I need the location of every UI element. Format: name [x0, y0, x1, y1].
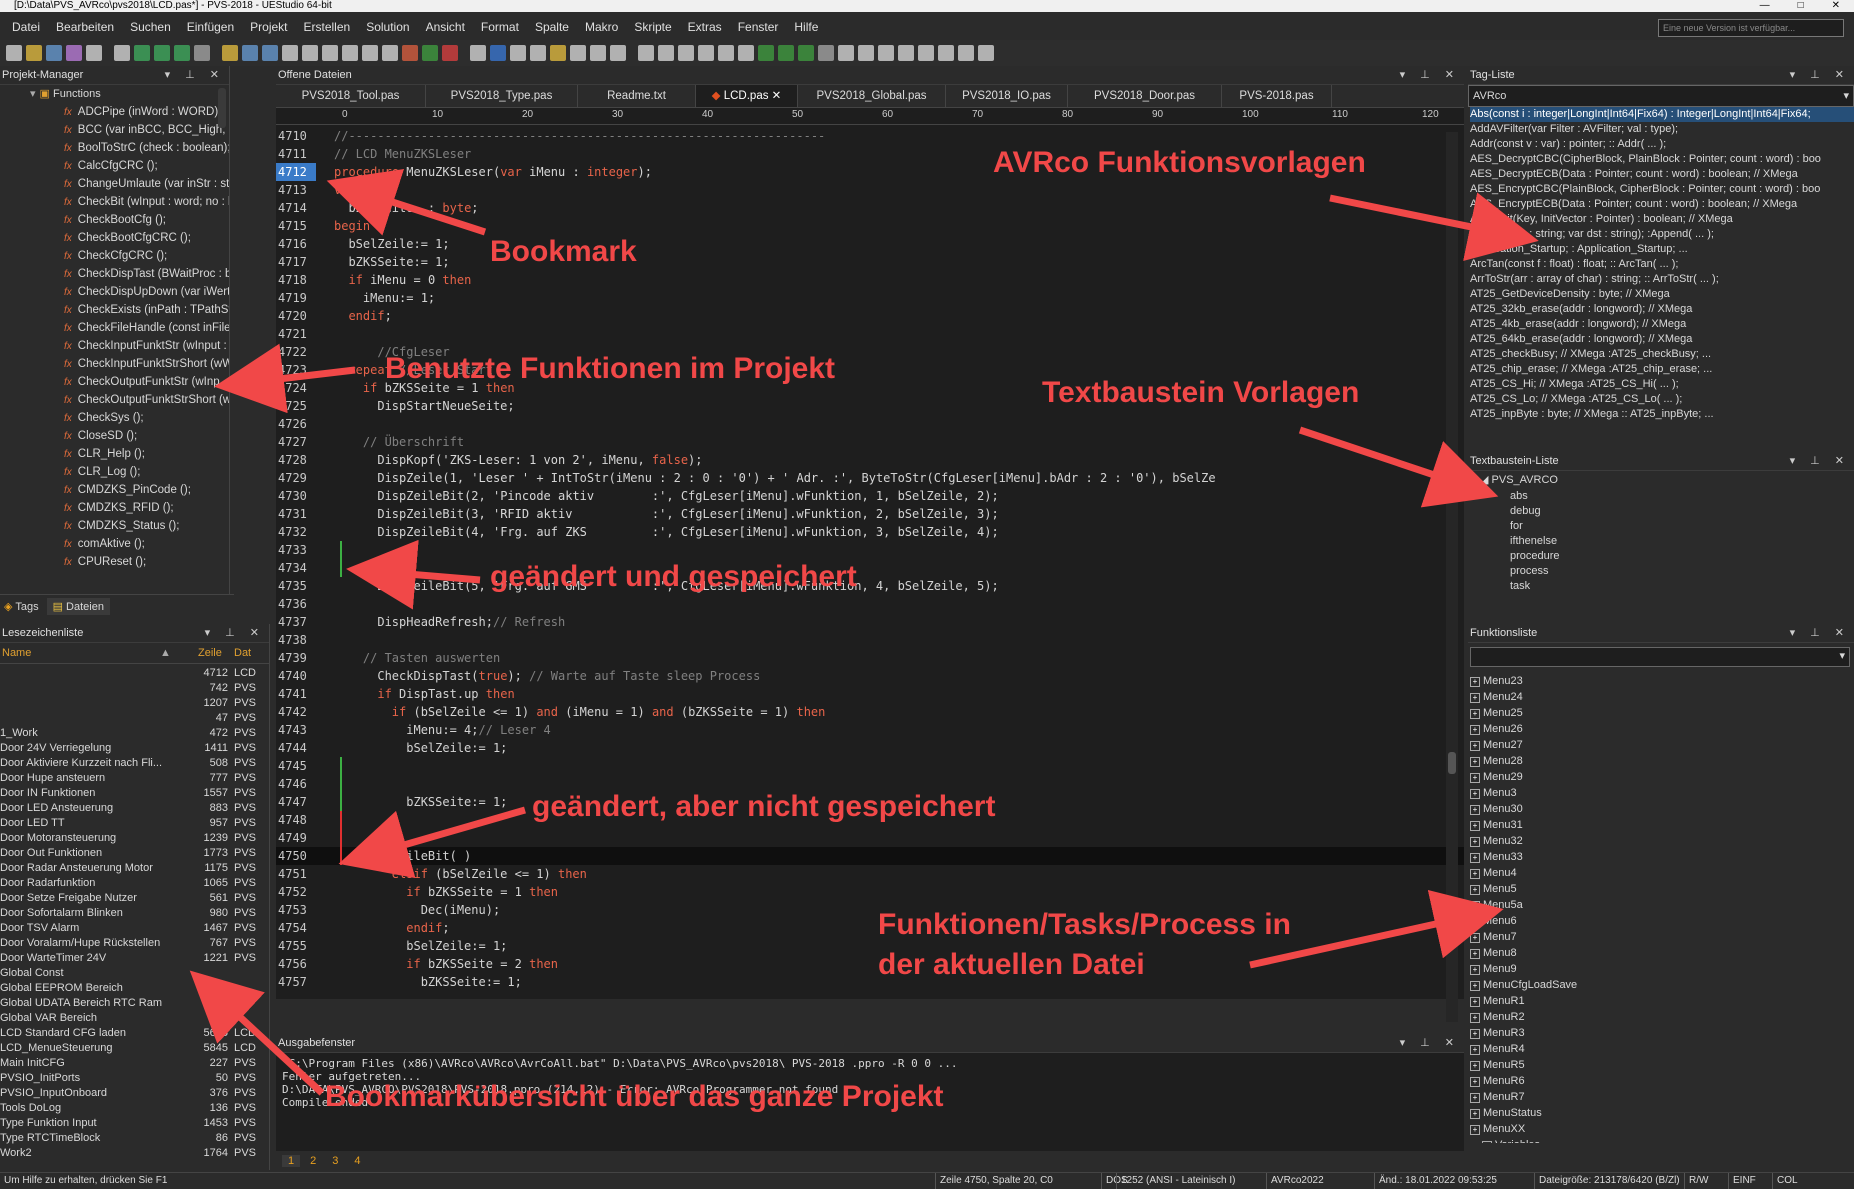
label-textbausteine: Textbaustein Vorlagen	[1042, 376, 1360, 409]
label-bookmark-overview: Bookmarkübersicht über das ganze Projekt	[325, 1080, 944, 1113]
label-changed-unsaved: geändert, aber nicht gespeichert	[532, 790, 996, 823]
arrow-bookmark	[326, 168, 487, 236]
status-modified: Änd.: 18.01.2022 09:53:25	[1374, 1173, 1539, 1189]
arrow-changed-unsaved	[338, 806, 526, 879]
label-used-functions: Benutzte Funktionen im Projekt	[385, 352, 836, 385]
arrow-changed-saved	[346, 539, 481, 610]
arrow-avrco	[1329, 192, 1539, 262]
arrow-bookmark-overview	[189, 970, 325, 1096]
status-rw[interactable]: R/W	[1684, 1173, 1733, 1189]
annotation-arrows	[189, 168, 1539, 1096]
status-col[interactable]: COL	[1772, 1173, 1821, 1189]
status-ins[interactable]: EINF	[1728, 1173, 1777, 1189]
status-help: Um Hilfe zu erhalten, drücken Sie F1	[4, 1175, 168, 1186]
label-functions-current-2: der aktuellen Datei	[878, 948, 1145, 981]
label-functions-current: Funktionen/Tasks/Process in	[878, 908, 1291, 941]
label-changed-saved: geändert und gespeichert	[490, 560, 857, 593]
label-avrco: AVRco Funktionsvorlagen	[993, 146, 1366, 179]
arrow-textbausteine	[1298, 426, 1499, 508]
label-bookmark: Bookmark	[490, 235, 637, 268]
status-position: Zeile 4750, Spalte 20, C0	[935, 1173, 1106, 1189]
status-encoding[interactable]: 1252 (ANSI - Lateinisch I)	[1116, 1173, 1271, 1189]
status-filesize: Dateigröße: 213178/6420 (B/Zl)	[1534, 1173, 1689, 1189]
status-bar: Um Hilfe zu erhalten, drücken Sie F1 Zei…	[0, 1172, 1854, 1189]
arrow-used-functions	[214, 343, 356, 414]
status-syntax[interactable]: AVRco2022	[1266, 1173, 1359, 1189]
